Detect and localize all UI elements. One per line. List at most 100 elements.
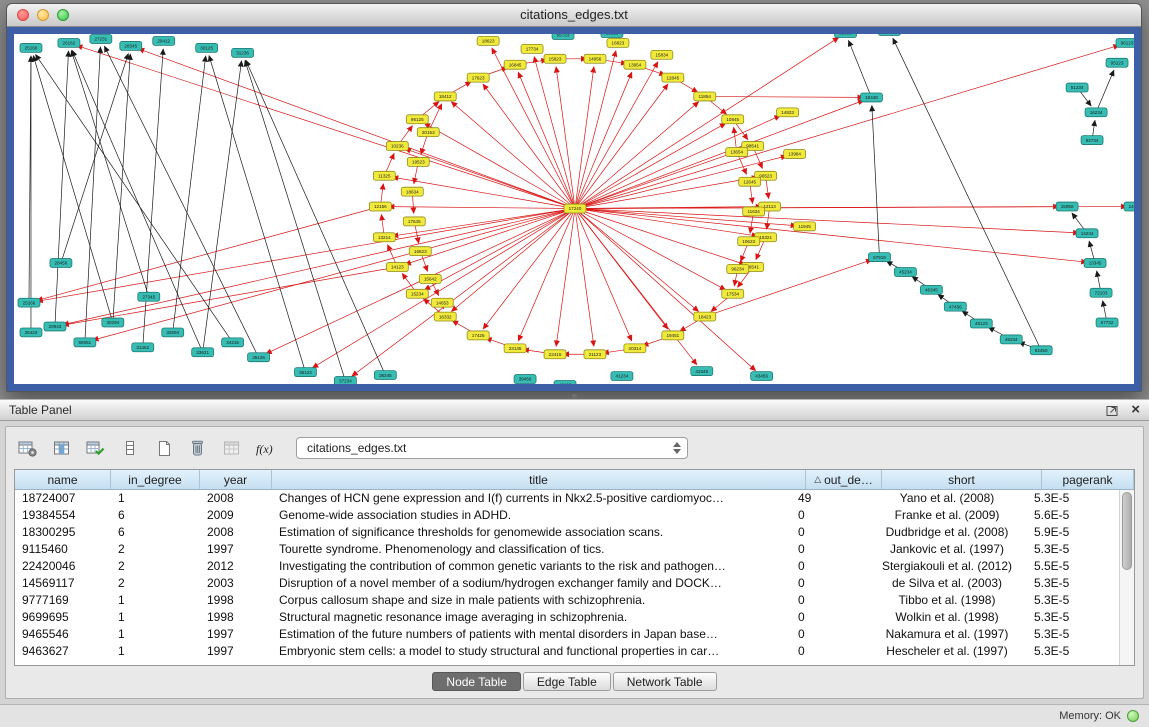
table-row[interactable]: 1456911722003Disruption of a novel membe… [15, 575, 1119, 592]
graph-node[interactable]: 10236 [386, 142, 408, 151]
graph-node[interactable]: 35123 [601, 34, 623, 37]
zoom-window-button[interactable] [57, 9, 69, 21]
graph-node[interactable]: 17240 [564, 204, 586, 213]
graph-node[interactable]: 15834 [651, 50, 673, 59]
graph-node[interactable]: 14956 [584, 54, 606, 63]
graph-node[interactable]: 17425 [467, 331, 489, 340]
table-disabled-icon[interactable] [218, 436, 245, 460]
graph-node[interactable]: 95123 [1106, 58, 1128, 67]
graph-node[interactable]: 19451 [662, 331, 684, 340]
scrollbar-thumb[interactable] [1122, 492, 1132, 570]
graph-node[interactable]: 16845 [504, 60, 526, 69]
table-row[interactable]: 946554611997Estimation of the future num… [15, 626, 1119, 643]
tab-node-table[interactable]: Node Table [432, 672, 521, 691]
graph-node[interactable]: 17734 [521, 44, 543, 53]
graph-node[interactable]: 48123 [970, 319, 992, 328]
table-row[interactable]: 911546021997Tourette syndrome. Phenomeno… [15, 541, 1119, 558]
graph-node[interactable]: 21123 [584, 350, 606, 359]
graph-node[interactable]: 35126 [248, 353, 270, 362]
graph-node[interactable]: 16234 [1085, 108, 1107, 117]
column-header-in_degree[interactable]: in_degree [111, 470, 200, 489]
graph-node[interactable]: 11854 [694, 92, 716, 101]
graph-node[interactable]: 15958 [1056, 202, 1078, 211]
graph-node[interactable]: 14653 [431, 298, 453, 307]
graph-node[interactable]: 16823 [607, 38, 629, 47]
graph-node[interactable]: 23145 [504, 344, 526, 353]
window-titlebar[interactable]: citations_edges.txt [7, 4, 1141, 27]
graph-node[interactable]: 25160 [20, 43, 42, 52]
graph-node[interactable]: 51234 [1066, 83, 1088, 92]
rows-icon[interactable] [116, 436, 143, 460]
graph-node[interactable]: 14345 [1124, 202, 1134, 211]
graph-node[interactable]: 19523 [407, 157, 429, 166]
network-file-select[interactable]: citations_edges.txt [296, 437, 688, 459]
network-view[interactable]: 1724012113153211654117534184231945120314… [14, 34, 1134, 384]
column-header-out_de[interactable]: △out_de… [806, 470, 882, 489]
panel-splitter-handle[interactable] [572, 394, 577, 398]
graph-node[interactable]: 46345 [920, 285, 942, 294]
graph-node[interactable]: 43456 [751, 372, 773, 381]
column-header-pagerank[interactable]: pagerank [1042, 470, 1134, 489]
graph-node[interactable]: 82345 [878, 34, 900, 35]
graph-node[interactable]: 27345 [138, 292, 160, 301]
graph-node[interactable]: 49234 [1000, 335, 1022, 344]
graph-node[interactable]: 12156 [369, 202, 391, 211]
graph-node[interactable]: 13214 [373, 233, 395, 242]
graph-node[interactable]: 20153 [417, 128, 439, 137]
graph-node[interactable]: 42345 [691, 367, 713, 376]
graph-node[interactable]: 37234 [334, 377, 356, 384]
graph-node[interactable]: 55723 [552, 34, 574, 39]
graph-node[interactable]: 45234 [894, 267, 916, 276]
graph-node[interactable]: 39456 [514, 375, 536, 384]
graph-node[interactable]: 13654 [726, 148, 748, 157]
graph-node[interactable]: 11945 [794, 222, 816, 231]
float-panel-icon[interactable] [1106, 404, 1119, 417]
minimize-window-button[interactable] [37, 9, 49, 21]
graph-node[interactable]: 17534 [722, 289, 744, 298]
graph-node[interactable]: 14823 [777, 108, 799, 117]
graph-node[interactable]: 13984 [784, 150, 806, 159]
graph-node[interactable]: 18623 [477, 36, 499, 45]
graph-node[interactable]: 81830 [835, 34, 857, 37]
graph-node[interactable]: 20943 [44, 322, 66, 331]
graph-node[interactable]: 12845 [662, 73, 684, 82]
graph-node[interactable]: 40123 [554, 381, 576, 384]
new-document-icon[interactable] [150, 436, 177, 460]
table-row[interactable]: 946362711997Embryonic stem cells: a mode… [15, 643, 1119, 660]
graph-node[interactable]: 14123 [386, 263, 408, 272]
graph-node[interactable]: 17623 [467, 73, 489, 82]
column-header-short[interactable]: short [882, 470, 1042, 489]
graph-node[interactable]: 33621 [192, 348, 214, 357]
table-columns-icon[interactable] [48, 436, 75, 460]
table-row[interactable]: 969969511998Structural magnetic resonanc… [15, 609, 1119, 626]
graph-node[interactable]: 41234 [611, 372, 633, 381]
graph-node[interactable]: 10623 [738, 237, 760, 246]
graph-node[interactable]: 29412 [153, 36, 175, 45]
graph-node[interactable]: 13345 [1084, 259, 1106, 268]
column-header-name[interactable]: name [15, 470, 111, 489]
graph-node[interactable]: 18423 [694, 312, 716, 321]
graph-node[interactable]: 26162 [58, 38, 80, 47]
graph-node[interactable]: 27231 [90, 34, 112, 43]
graph-node[interactable]: 92450 [1030, 346, 1052, 355]
graph-node[interactable]: 36123 [294, 368, 316, 377]
table-row[interactable]: 2242004622012Investigating the contribut… [15, 558, 1119, 575]
graph-node[interactable]: 28345 [120, 41, 142, 50]
graph-node[interactable]: 12645 [739, 177, 761, 186]
table-settings-icon[interactable] [14, 436, 41, 460]
table-row[interactable]: 977716911998Corpus callosum shape and si… [15, 592, 1119, 609]
graph-node[interactable]: 18412 [434, 92, 456, 101]
graph-node[interactable]: 17645 [403, 217, 425, 226]
graph-node[interactable]: 31462 [132, 343, 154, 352]
graph-node[interactable]: 47456 [944, 302, 966, 311]
graph-node[interactable]: 15823 [544, 54, 566, 63]
graph-node[interactable]: 67919 [868, 253, 890, 262]
table-import-icon[interactable] [82, 436, 109, 460]
graph-node[interactable]: 28456 [50, 259, 72, 268]
function-icon[interactable]: f(x) [252, 436, 279, 460]
graph-node[interactable]: 18634 [401, 187, 423, 196]
table-row[interactable]: 1872400712008Changes of HCN gene express… [15, 490, 1119, 507]
tab-network-table[interactable]: Network Table [613, 672, 717, 691]
graph-node[interactable]: 92734 [1081, 136, 1103, 145]
graph-node[interactable]: 38345 [374, 371, 396, 380]
